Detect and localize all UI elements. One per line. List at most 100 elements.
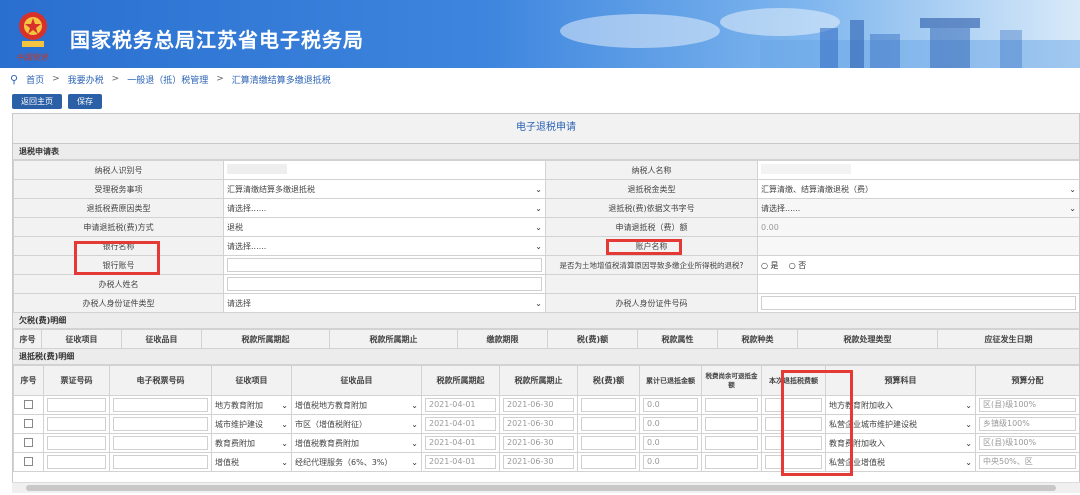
radio-no[interactable]: ○ (789, 261, 796, 270)
chevron-down-icon: ⌄ (411, 457, 418, 467)
table-header-row: 序号 票证号码 电子税票号码 征收项目 征收品目 税款所属期起 税款所属期止 税… (13, 365, 1079, 396)
levy-item-cell[interactable]: 城市维护建设 ⌄ (211, 414, 292, 434)
field-label: 是否为土地增值税清算原因导致多缴企业所得税的退税? (545, 255, 758, 275)
refund-type-select[interactable]: 汇算清缴、结算清缴退税（费） ⌄ (757, 179, 1079, 199)
e-ticket-no-input[interactable] (113, 436, 208, 450)
agent-name-field[interactable] (223, 274, 546, 294)
matter-select[interactable]: 汇算清缴结算多缴退抵税 ⌄ (223, 179, 546, 199)
remaining-input[interactable] (705, 398, 758, 412)
refunded-total-input[interactable]: 0.0 (643, 455, 698, 469)
id-type-select[interactable]: 请选择 ⌄ (223, 293, 546, 313)
table-header-row: 序号 征收项目 征收品目 税款所属期起 税款所属期止 缴款期限 税(费)额 税款… (13, 329, 1079, 349)
account-name-field[interactable] (757, 236, 1079, 256)
column-header: 税款所属期起 (421, 365, 500, 396)
chevron-down-icon: ⌄ (535, 298, 542, 308)
levy-sub-item-cell[interactable]: 增值税地方教育附加 ⌄ (291, 395, 422, 415)
tax-amount-input[interactable] (581, 436, 636, 450)
e-ticket-no-input[interactable] (113, 417, 208, 431)
levy-sub-item-cell[interactable]: 经纪代理服务（6%、3%） ⌄ (291, 452, 422, 472)
field-label: 受理税务事项 (13, 179, 224, 199)
period-end-cell: 2021-06-30 (499, 433, 578, 453)
select-value: 请选择 (227, 298, 251, 308)
budget-alloc-input[interactable]: 区(县)级100% (979, 398, 1076, 412)
budget-alloc-input[interactable]: 乡镇级100% (979, 417, 1076, 431)
column-header: 征收项目 (41, 329, 122, 349)
field-label: 办税人姓名 (13, 274, 224, 294)
row-checkbox[interactable] (24, 418, 33, 428)
select-value: 城市维护建设 (215, 419, 263, 429)
refunded-total-input[interactable]: 0.0 (643, 436, 698, 450)
budget-alloc-input[interactable]: 中央50%、区 (979, 455, 1076, 469)
bank-account-field[interactable] (223, 255, 546, 275)
e-ticket-no-input[interactable] (113, 455, 208, 469)
ticket-no-cell (43, 395, 110, 415)
column-header: 征收品目 (121, 329, 202, 349)
ticket-no-input[interactable] (47, 455, 106, 469)
back-home-button[interactable]: 返回主页 (12, 94, 62, 109)
period-start-cell: 2021-04-01 (421, 452, 500, 472)
refunded-total-cell: 0.0 (639, 433, 702, 453)
select-value: 市区（增值税附征） (295, 419, 367, 429)
radio-yes[interactable]: ○ (761, 261, 768, 270)
taxpayer-id-value (223, 160, 546, 180)
breadcrumb-home[interactable]: 首页 (26, 73, 44, 86)
row-checkbox[interactable] (24, 399, 33, 409)
bank-name-select[interactable]: 请选择...... ⌄ (223, 236, 546, 256)
remaining-cell (701, 433, 762, 453)
period-start-input[interactable]: 2021-04-01 (425, 436, 496, 450)
levy-item-cell[interactable]: 地方教育附加 ⌄ (211, 395, 292, 415)
period-start-input[interactable]: 2021-04-01 (425, 455, 496, 469)
row-checkbox-cell (13, 452, 44, 472)
period-end-input[interactable]: 2021-06-30 (503, 417, 574, 431)
owed-tax-table: 序号 征收项目 征收品目 税款所属期起 税款所属期止 缴款期限 税(费)额 税款… (13, 329, 1079, 349)
remaining-cell (701, 395, 762, 415)
period-start-cell: 2021-04-01 (421, 395, 500, 415)
radio-yes-label: 是 (770, 260, 779, 270)
period-end-input[interactable]: 2021-06-30 (503, 455, 574, 469)
document-no-select[interactable]: 请选择...... ⌄ (757, 198, 1079, 218)
ticket-no-input[interactable] (47, 398, 106, 412)
remaining-input[interactable] (705, 436, 758, 450)
tax-amount-input[interactable] (581, 455, 636, 469)
tax-amount-input[interactable] (581, 398, 636, 412)
period-end-input[interactable]: 2021-06-30 (503, 436, 574, 450)
remaining-input[interactable] (705, 455, 758, 469)
section-refund-detail: 退抵税(费)明细 (13, 349, 1079, 365)
breadcrumb-my-tax[interactable]: 我要办税 (68, 73, 104, 86)
refund-amount-field[interactable]: 0.00 (757, 217, 1079, 237)
period-start-input[interactable]: 2021-04-01 (425, 417, 496, 431)
field-label (545, 274, 758, 294)
e-ticket-no-input[interactable] (113, 398, 208, 412)
section-refund-application: 退税申请表 (13, 144, 1079, 160)
column-header: 预算分配 (975, 365, 1079, 396)
row-checkbox[interactable] (24, 437, 33, 447)
table-row: 城市维护建设 ⌄ 市区（增值税附征） ⌄ 2021-04-01 2021-06-30 0.0… (13, 414, 1079, 434)
budget-alloc-input[interactable]: 区(县)级100% (979, 436, 1076, 450)
refunded-total-input[interactable]: 0.0 (643, 417, 698, 431)
levy-sub-item-cell[interactable]: 增值税教育费附加 ⌄ (291, 433, 422, 453)
refunded-total-input[interactable]: 0.0 (643, 398, 698, 412)
period-start-input[interactable]: 2021-04-01 (425, 398, 496, 412)
method-select[interactable]: 退税 ⌄ (223, 217, 546, 237)
levy-item-cell[interactable]: 教育费附加 ⌄ (211, 433, 292, 453)
id-number-field[interactable] (757, 293, 1079, 313)
levy-item-cell[interactable]: 增值税 ⌄ (211, 452, 292, 472)
column-header: 应征发生日期 (937, 329, 1079, 349)
breadcrumb-current[interactable]: 汇算清缴结算多缴退抵税 (232, 73, 331, 86)
tax-amount-input[interactable] (581, 417, 636, 431)
period-end-input[interactable]: 2021-06-30 (503, 398, 574, 412)
levy-sub-item-cell[interactable]: 市区（增值税附征） ⌄ (291, 414, 422, 434)
horizontal-scrollbar[interactable] (12, 482, 1080, 493)
ticket-no-input[interactable] (47, 436, 106, 450)
save-button[interactable]: 保存 (68, 94, 102, 109)
reason-select[interactable]: 请选择...... ⌄ (223, 198, 546, 218)
row-checkbox[interactable] (24, 456, 33, 466)
toolbar: 返回主页 保存 (12, 94, 102, 109)
remaining-input[interactable] (705, 417, 758, 431)
chevron-down-icon: ⌄ (411, 438, 418, 448)
site-title: 国家税务总局江苏省电子税务局 (70, 28, 364, 52)
breadcrumb-general-refund[interactable]: 一般退（抵）税管理 (127, 73, 208, 86)
ticket-no-input[interactable] (47, 417, 106, 431)
scrollbar-thumb[interactable] (26, 485, 1056, 491)
field-label: 申请退抵税(费)方式 (13, 217, 224, 237)
